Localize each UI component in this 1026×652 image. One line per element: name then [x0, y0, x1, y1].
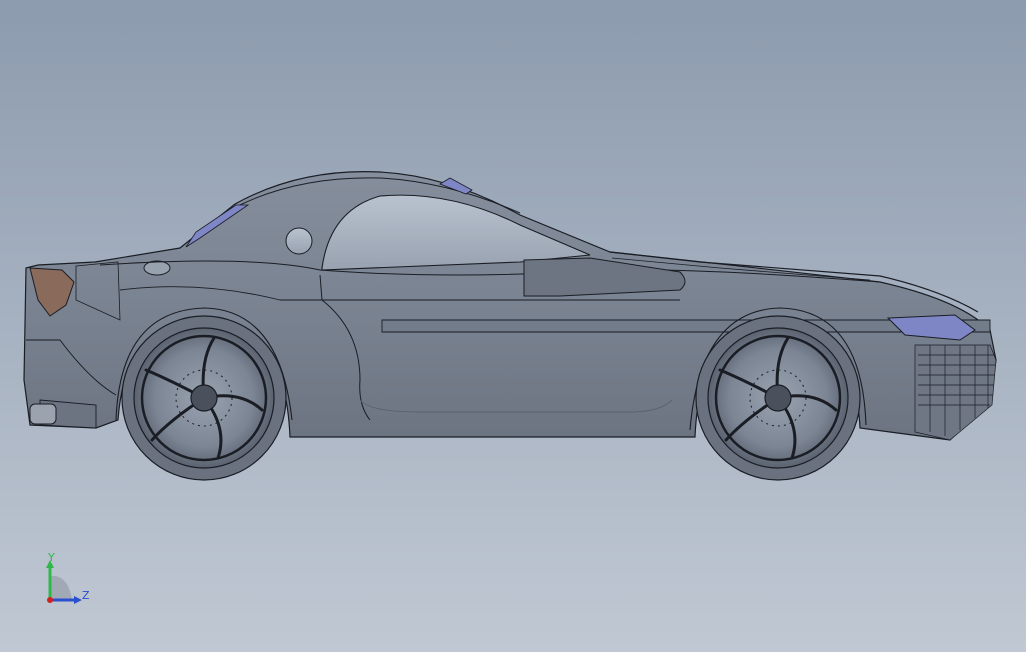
coordinate-triad: Y Z	[46, 552, 90, 604]
z-axis-label: Z	[82, 589, 90, 602]
car-model[interactable]	[0, 0, 1026, 652]
x-axis-icon	[47, 597, 53, 603]
round-quarter-window	[285, 227, 313, 255]
triad-plane	[50, 575, 72, 600]
fuel-cap	[143, 260, 171, 276]
rear-wheel[interactable]	[121, 315, 287, 481]
3d-viewport[interactable]: Y Z	[0, 0, 1026, 652]
y-axis-label: Y	[47, 552, 55, 564]
z-arrow-icon	[74, 596, 82, 604]
front-wheel[interactable]	[695, 315, 861, 481]
exhaust-tip	[29, 403, 57, 425]
front-grille	[914, 344, 997, 441]
